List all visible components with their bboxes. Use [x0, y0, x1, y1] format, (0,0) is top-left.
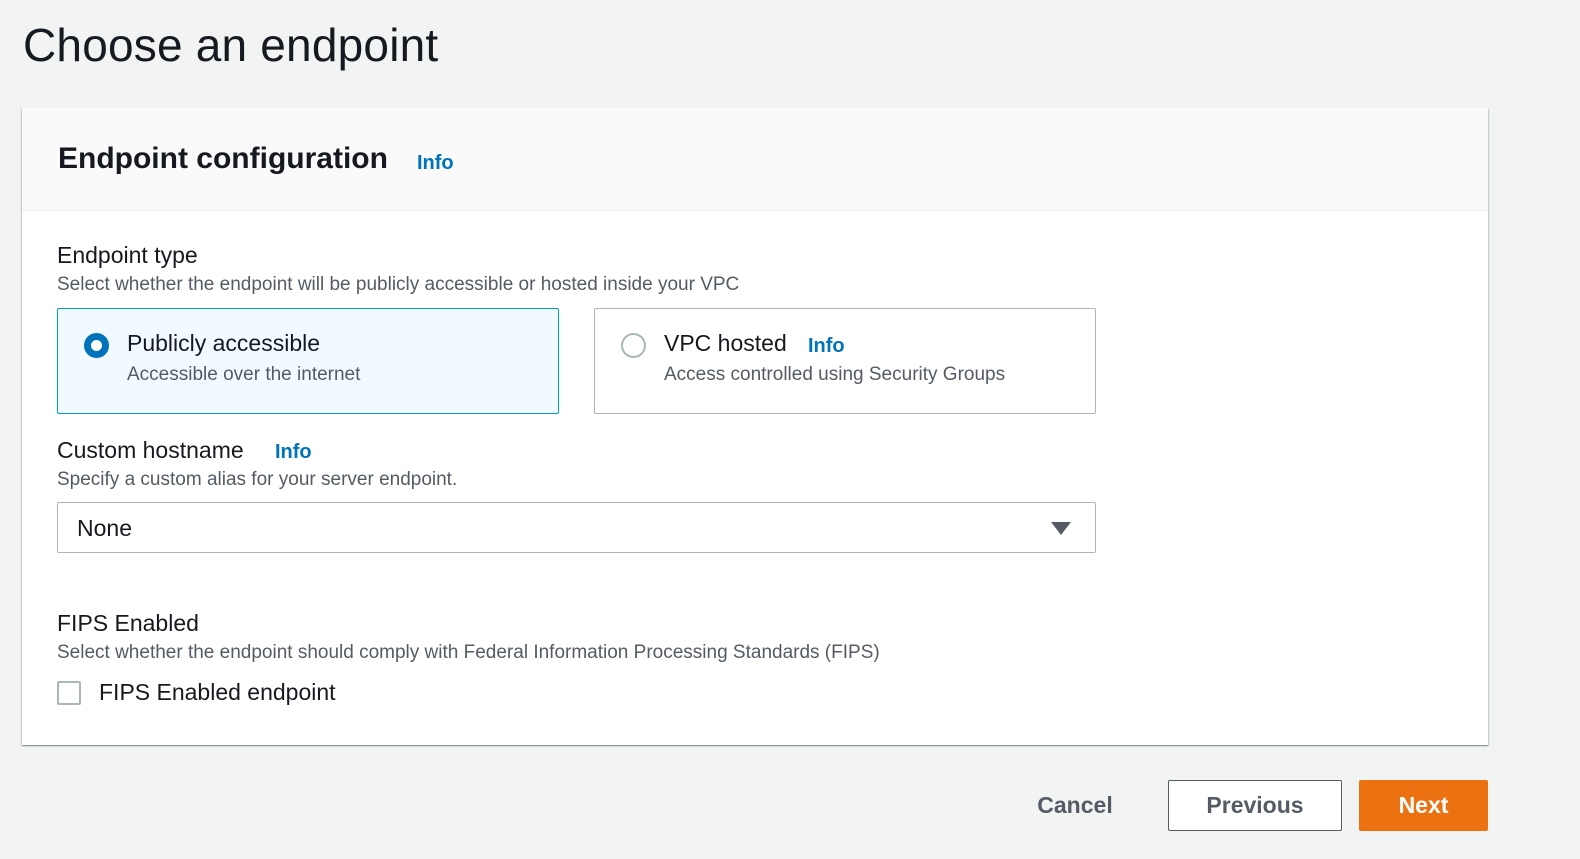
vpc-hosted-info-link[interactable]: Info [808, 335, 845, 358]
tile-description: Accessible over the internet [127, 364, 361, 385]
cancel-button[interactable]: Cancel [1020, 780, 1130, 831]
caret-down-icon [1051, 522, 1071, 535]
panel-info-link[interactable]: Info [417, 152, 454, 175]
custom-hostname-label: Custom hostname [57, 437, 244, 463]
radio-publicly-accessible[interactable] [84, 333, 109, 358]
tile-label: Publicly accessible [127, 330, 321, 356]
previous-button[interactable]: Previous [1168, 780, 1342, 831]
tile-label: VPC hosted [664, 330, 787, 356]
custom-hostname-value: None [77, 515, 132, 541]
endpoint-configuration-panel: Endpoint configuration Info Endpoint typ… [22, 108, 1488, 745]
panel-title: Endpoint configuration [58, 142, 388, 175]
next-button[interactable]: Next [1359, 780, 1488, 831]
custom-hostname-select[interactable]: None [57, 502, 1096, 553]
page-title: Choose an endpoint [23, 19, 439, 71]
endpoint-type-description: Select whether the endpoint will be publ… [57, 274, 740, 295]
radio-vpc-hosted[interactable] [621, 333, 646, 358]
tile-vpc-hosted[interactable]: VPC hosted Info Access controlled using … [594, 308, 1096, 414]
endpoint-type-label: Endpoint type [57, 242, 198, 268]
fips-checkbox[interactable] [57, 681, 81, 705]
panel-header: Endpoint configuration Info [22, 108, 1488, 211]
custom-hostname-info-link[interactable]: Info [275, 441, 312, 464]
custom-hostname-description: Specify a custom alias for your server e… [57, 469, 458, 490]
fips-label: FIPS Enabled [57, 610, 199, 636]
fips-description: Select whether the endpoint should compl… [57, 642, 880, 663]
tile-description: Access controlled using Security Groups [664, 364, 1006, 385]
tile-publicly-accessible[interactable]: Publicly accessible Accessible over the … [57, 308, 559, 414]
fips-checkbox-label[interactable]: FIPS Enabled endpoint [99, 679, 336, 706]
